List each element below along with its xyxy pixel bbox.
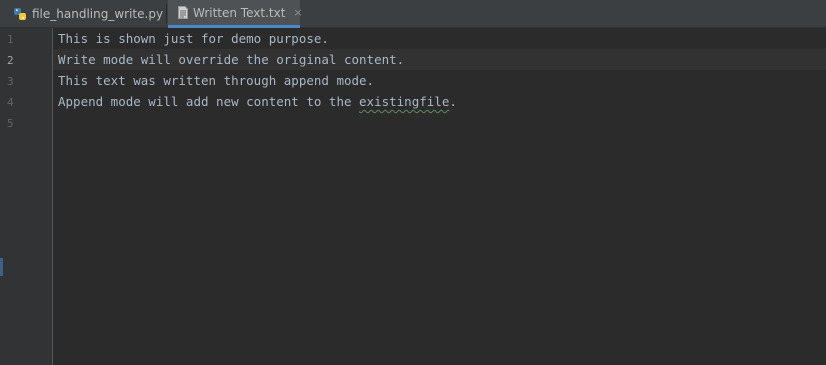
text-file-icon [178, 6, 188, 19]
editor-line-4[interactable]: Append mode will add new content to the … [58, 91, 457, 112]
line-text: Append mode will add new content to the [58, 94, 360, 109]
ide-window: file_handling_write.py × Written Text.tx… [0, 0, 826, 365]
close-icon[interactable]: × [293, 6, 302, 19]
line-number: 5 [7, 117, 14, 130]
editor-tab-bar: file_handling_write.py × Written Text.tx… [0, 0, 826, 28]
tab-divider [166, 4, 167, 24]
line-number-gutter: 1 2 3 4 5 [0, 28, 53, 365]
editor-line-1[interactable]: This is shown just for demo purpose. [58, 28, 329, 49]
spelling-flagged-word[interactable]: existingfile [359, 94, 449, 109]
python-file-icon [13, 7, 27, 21]
line-text: . [449, 94, 457, 109]
line-number-current: 2 [7, 54, 14, 67]
line-number: 4 [7, 96, 14, 109]
tab-label: Written Text.txt [193, 5, 286, 20]
tab-written-text-txt[interactable]: Written Text.txt × [168, 0, 303, 28]
editor-line-2[interactable]: Write mode will override the original co… [58, 49, 404, 70]
line-number: 3 [7, 75, 14, 88]
gutter-marker [0, 258, 3, 276]
tab-label: file_handling_write.py [32, 7, 164, 21]
tab-file-handling-write-py[interactable]: file_handling_write.py × [0, 0, 180, 28]
text-editor[interactable]: This is shown just for demo purpose. Wri… [53, 28, 826, 365]
editor-line-3[interactable]: This text was written through append mod… [58, 70, 374, 91]
line-number: 1 [7, 33, 14, 46]
